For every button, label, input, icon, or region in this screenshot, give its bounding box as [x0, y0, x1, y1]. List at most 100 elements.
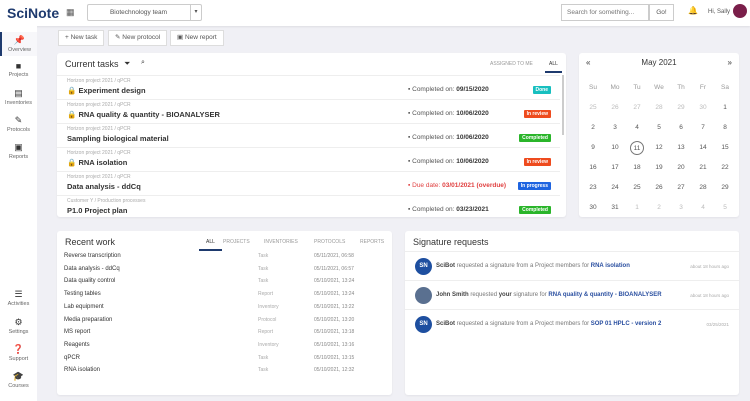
list-item[interactable]: RNA isolation Task 05/10/2021, 12:32 [64, 367, 384, 380]
calendar-day[interactable]: 27 [674, 181, 688, 195]
calendar-day[interactable]: 26 [608, 101, 622, 115]
calendar-day[interactable]: 29 [718, 181, 732, 195]
list-item[interactable]: Lab equipment Inventory 05/10/2021, 13:22 [64, 304, 384, 317]
calendar-day[interactable]: 6 [674, 121, 688, 135]
tab-reports[interactable]: REPORTS [360, 239, 384, 245]
task-path[interactable]: Horizon project 2021 / qPCR [67, 126, 131, 132]
calendar-day[interactable]: 23 [586, 181, 600, 195]
tab-projects[interactable]: PROJECTS [223, 239, 250, 245]
calendar-day[interactable]: 30 [696, 101, 710, 115]
calendar-day[interactable]: 10 [608, 141, 622, 155]
task-name[interactable]: Data analysis - ddCq [67, 182, 141, 191]
calendar-day[interactable]: 12 [652, 141, 666, 155]
tab-all[interactable]: ALL [199, 239, 222, 251]
request-link[interactable]: RNA isolation [591, 263, 630, 269]
sidebar-item-settings[interactable]: ⚙ Settings [0, 317, 37, 335]
sidebar-item-reports[interactable]: ▣ Reports [0, 142, 37, 160]
bell-icon[interactable]: 🔔 [688, 6, 698, 15]
task-name[interactable]: Sampling biological material [67, 134, 169, 143]
tab-assigned-to-me[interactable]: ASSIGNED TO ME [490, 61, 533, 67]
sidebar-item-protocols[interactable]: ✎ Protocols [0, 115, 37, 133]
calendar-day[interactable]: 17 [608, 161, 622, 175]
search-icon[interactable]: ⌕ [141, 59, 145, 67]
list-item[interactable]: Data analysis - ddCq Task 05/11/2021, 06:5… [64, 266, 384, 279]
list-item[interactable]: Reagents Inventory 05/10/2021, 13:16 [64, 342, 384, 355]
calendar-day[interactable]: 31 [608, 201, 622, 215]
list-item[interactable]: qPCR Task 05/10/2021, 13:15 [64, 355, 384, 368]
calendar-day[interactable]: 20 [674, 161, 688, 175]
sidebar-item-activities[interactable]: ☰ Activities [0, 289, 37, 307]
calendar-day[interactable]: 18 [630, 161, 644, 175]
task-name[interactable]: 🔒 RNA isolation [67, 158, 127, 167]
list-item[interactable]: MS report Report 05/10/2021, 13:18 [64, 329, 384, 342]
calendar-day[interactable]: 21 [696, 161, 710, 175]
calendar-day[interactable]: 14 [696, 141, 710, 155]
task-path[interactable]: Horizon project 2021 / qPCR [67, 78, 131, 84]
calendar-day[interactable]: 16 [586, 161, 600, 175]
task-path[interactable]: Horizon project 2021 / qPCR [67, 150, 131, 156]
next-month-button[interactable]: » [728, 58, 732, 67]
tab-all[interactable]: ALL [545, 61, 562, 73]
calendar-day[interactable]: 4 [696, 201, 710, 215]
task-row[interactable]: Horizon project 2021 / qPCR 🔒 RNA qualit… [57, 99, 560, 123]
calendar-day[interactable]: 30 [586, 201, 600, 215]
new-report-button[interactable]: ▣ New report [170, 30, 224, 46]
calendar-day[interactable]: 9 [586, 141, 600, 155]
calendar-day[interactable]: 22 [718, 161, 732, 175]
sidebar-item-inventories[interactable]: ▤ Inventories [0, 88, 37, 106]
calendar-day[interactable]: 4 [630, 121, 644, 135]
calendar-day[interactable]: 24 [608, 181, 622, 195]
task-path[interactable]: Horizon project 2021 / qPCR [67, 102, 131, 108]
task-path[interactable]: Customer Y / Production processes [67, 198, 145, 204]
go-button[interactable]: Go! [649, 4, 674, 21]
list-item[interactable]: Data quality control Task 05/10/2021, 13:2… [64, 278, 384, 291]
calendar-day[interactable]: 25 [630, 181, 644, 195]
calendar-day[interactable]: 3 [608, 121, 622, 135]
calendar-day[interactable]: 5 [718, 201, 732, 215]
request-link[interactable]: RNA quality & quantity - BIOANALYSER [548, 292, 661, 298]
scrollbar[interactable] [562, 75, 564, 135]
list-item[interactable]: Reverse transcription Task 05/11/2021, 06:… [64, 253, 384, 266]
calendar-day[interactable]: 19 [652, 161, 666, 175]
calendar-day[interactable]: 5 [652, 121, 666, 135]
chevron-down-icon[interactable]: ▾ [190, 5, 201, 20]
calendar-day[interactable]: 28 [696, 181, 710, 195]
calendar-day[interactable]: 2 [586, 121, 600, 135]
new-protocol-button[interactable]: ✎ New protocol [108, 30, 168, 46]
calendar-day[interactable]: 1 [718, 101, 732, 115]
task-path[interactable]: Horizon project 2021 / qPCR [67, 174, 131, 180]
tab-inventories[interactable]: INVENTORIES [264, 239, 298, 245]
task-row[interactable]: Horizon project 2021 / qPCR Sampling bio… [57, 123, 560, 147]
task-name[interactable]: 🔒 Experiment design [67, 86, 146, 95]
sidebar-item-projects[interactable]: ■ Projects [0, 61, 37, 78]
calendar-day[interactable]: 2 [652, 201, 666, 215]
task-name[interactable]: 🔒 RNA quality & quantity - BIOANALYSER [67, 110, 220, 119]
team-select[interactable]: Biotechnology team ▾ [87, 4, 202, 21]
calendar-day[interactable]: 11 [630, 141, 644, 155]
prev-month-button[interactable]: « [586, 58, 590, 67]
sidebar-item-support[interactable]: ❓ Support [0, 344, 37, 362]
task-row[interactable]: Horizon project 2021 / qPCR 🔒 RNA isolat… [57, 147, 560, 171]
task-row[interactable]: Customer Y / Production processes P1.0 P… [57, 195, 560, 219]
sidebar-item-courses[interactable]: 🎓 Courses [0, 371, 37, 389]
calendar-day[interactable]: 1 [630, 201, 644, 215]
filter-icon[interactable]: ⏷ [124, 59, 130, 69]
sidebar-item-overview[interactable]: 📌 Overview [0, 32, 37, 56]
user-avatar[interactable] [733, 4, 747, 18]
task-name[interactable]: P1.0 Project plan [67, 206, 127, 215]
calendar-day[interactable]: 26 [652, 181, 666, 195]
calendar-day[interactable]: 13 [674, 141, 688, 155]
new-task-button[interactable]: + New task [58, 30, 105, 46]
logo[interactable]: SciNote [7, 5, 59, 21]
request-link[interactable]: SOP 01 HPLC - version 2 [591, 321, 662, 327]
calendar-day[interactable]: 29 [674, 101, 688, 115]
list-item[interactable]: Testing tables Report 05/10/2021, 13:24 [64, 291, 384, 304]
calendar-day[interactable]: 8 [718, 121, 732, 135]
calendar-day[interactable]: 28 [652, 101, 666, 115]
calendar-day[interactable]: 3 [674, 201, 688, 215]
calendar-day[interactable]: 15 [718, 141, 732, 155]
task-row[interactable]: Horizon project 2021 / qPCR Data analysi… [57, 171, 560, 195]
tab-protocols[interactable]: PROTOCOLS [314, 239, 345, 245]
search-input[interactable] [561, 4, 649, 21]
calendar-day[interactable]: 27 [630, 101, 644, 115]
